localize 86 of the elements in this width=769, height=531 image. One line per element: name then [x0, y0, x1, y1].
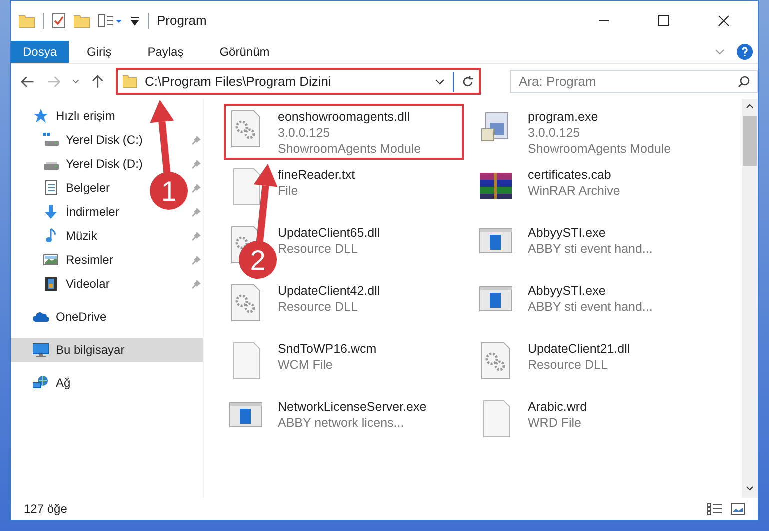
nav-item[interactable]: OneDrive: [11, 305, 111, 329]
file-detail: Resource DLL: [278, 241, 359, 257]
file-detail: ShowroomAgents Module: [278, 141, 422, 157]
help-icon[interactable]: [737, 44, 753, 60]
pin-icon[interactable]: [192, 280, 201, 288]
pin-icon[interactable]: [192, 256, 201, 264]
file-detail: File: [278, 183, 300, 199]
number-badge: [239, 241, 277, 279]
ribbon-tab[interactable]: Giriş: [69, 41, 130, 63]
file-detail: WRD File: [528, 415, 582, 431]
view-options-icon[interactable]: [98, 14, 122, 28]
up-arrow-icon[interactable]: [92, 74, 104, 88]
pin-icon[interactable]: [192, 136, 201, 144]
scroll-thumb[interactable]: [743, 116, 757, 166]
file-detail: Resource DLL: [528, 357, 609, 373]
nav-item[interactable]: Belgeler: [11, 176, 114, 200]
properties-icon[interactable]: [52, 13, 66, 29]
ribbon-tab[interactable]: Görünüm: [202, 41, 288, 63]
file-name[interactable]: fineReader.txt: [278, 167, 356, 183]
picture-icon: [43, 252, 59, 268]
nav-item[interactable]: Videolar: [11, 272, 114, 296]
nav-item[interactable]: İndirmeler: [11, 200, 124, 224]
ribbon-tab[interactable]: Dosya: [11, 41, 70, 63]
expand-ribbon-icon[interactable]: [715, 49, 725, 55]
film-strip-icon: [43, 276, 59, 292]
file-detail: 3.0.0.125: [278, 125, 332, 141]
file-name[interactable]: AbbyySTI.exe: [528, 283, 653, 299]
folder-icon: [123, 75, 138, 88]
customize-caret-icon[interactable]: [130, 16, 140, 26]
scroll-down-icon[interactable]: [746, 486, 754, 492]
nav-item[interactable]: Resimler: [11, 248, 118, 272]
address-path: C:\Program Files\Program Dizini: [145, 72, 332, 91]
nav-item[interactable]: Yerel Disk (D:): [11, 152, 147, 176]
back-arrow-icon[interactable]: [21, 76, 35, 88]
file-name[interactable]: UpdateClient65.dll: [278, 225, 380, 241]
file-detail: Resource DLL: [278, 299, 359, 315]
network-icon: [33, 375, 49, 391]
step-number: 2: [250, 245, 266, 276]
nav-item[interactable]: Bu bilgisayar: [11, 338, 203, 362]
pin-icon[interactable]: [192, 160, 201, 168]
pin-icon[interactable]: [192, 208, 201, 216]
item-count: 127 öğe: [24, 501, 68, 518]
file-name[interactable]: SndToWP16.wcm: [278, 341, 377, 357]
file-name[interactable]: UpdateClient42.dll: [278, 283, 380, 299]
nav-item[interactable]: Yerel Disk (C:): [11, 128, 147, 152]
star-icon: [33, 108, 49, 124]
large-icons-view-icon[interactable]: [731, 503, 745, 515]
close-icon[interactable]: [718, 15, 730, 27]
scrollbar[interactable]: [742, 99, 758, 498]
scroll-up-icon[interactable]: [746, 103, 754, 109]
file-name[interactable]: program.exe: [528, 109, 672, 125]
address-bar[interactable]: C:\Program Files\Program Dizini: [116, 68, 481, 95]
file-detail: WinRAR Archive: [528, 183, 620, 199]
maximize-icon[interactable]: [658, 15, 670, 27]
file-name[interactable]: certificates.cab: [528, 167, 620, 183]
file-name[interactable]: eonshowroomagents.dll: [278, 109, 422, 125]
file-detail: ABBY sti event hand...: [528, 299, 653, 315]
file-name[interactable]: Arabic.wrd: [528, 399, 588, 415]
nav-item[interactable]: Hızlı erişim: [11, 104, 120, 128]
ribbon-tab[interactable]: Paylaş: [130, 41, 202, 63]
file-detail: 3.0.0.125: [528, 125, 582, 141]
pin-icon[interactable]: [192, 184, 201, 192]
search-icon: [738, 76, 750, 88]
music-note-icon: [43, 228, 59, 244]
down-arrow-icon: [43, 204, 59, 220]
file-detail: ABBY sti event hand...: [528, 241, 653, 257]
nav-item[interactable]: Müzik: [11, 224, 102, 248]
file-detail: ShowroomAgents Module: [528, 141, 672, 157]
step-number: 1: [161, 176, 177, 207]
pin-icon[interactable]: [192, 232, 201, 240]
file-name[interactable]: UpdateClient21.dll: [528, 341, 630, 357]
file-name[interactable]: NetworkLicenseServer.exe: [278, 399, 427, 415]
refresh-icon[interactable]: [462, 76, 474, 88]
document-icon: [43, 180, 59, 196]
number-badge: [150, 172, 188, 210]
search-field[interactable]: Ara: Program: [510, 70, 758, 93]
dropdown-caret-icon[interactable]: [435, 78, 445, 84]
file-name[interactable]: AbbyySTI.exe: [528, 225, 653, 241]
file-detail: WCM File: [278, 357, 334, 373]
monitor-icon: [33, 342, 49, 358]
recent-caret-icon[interactable]: [72, 78, 80, 84]
nav-item[interactable]: Ağ: [11, 371, 75, 395]
details-view-icon[interactable]: [707, 502, 723, 516]
file-detail: ABBY network licens...: [278, 415, 406, 431]
drive-icon: [43, 132, 59, 148]
window-title: Program: [157, 12, 207, 30]
